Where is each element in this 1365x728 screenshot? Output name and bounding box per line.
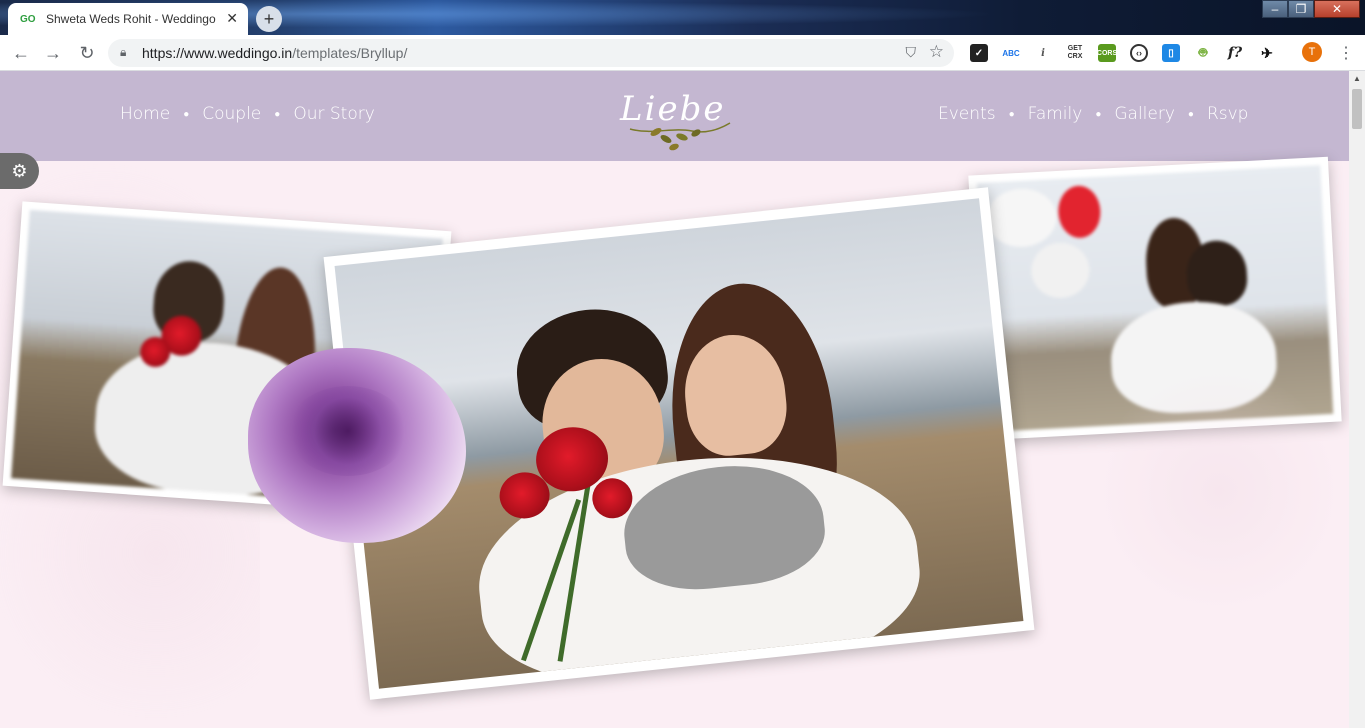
nav-family-link[interactable]: Family	[1028, 104, 1083, 124]
balloon-icon	[1057, 184, 1102, 239]
nav-separator-dot: ●	[1008, 108, 1015, 120]
cors-ext-icon[interactable]: CORS	[1097, 44, 1117, 62]
tab-title: Shweta Weds Rohit - Weddingo	[46, 12, 216, 26]
couple-photo-right	[976, 165, 1334, 432]
white-shirt	[1108, 297, 1279, 417]
window-close-button[interactable]: ✕	[1314, 0, 1360, 18]
man-head	[1185, 239, 1249, 308]
url-text[interactable]: https://www.weddingo.in/templates/Bryllu…	[142, 45, 407, 61]
gallery-photo-right	[968, 156, 1342, 441]
url-path: /templates/Bryllup/	[292, 45, 408, 61]
get-crx-ext-icon[interactable]: GET CRX	[1066, 44, 1084, 62]
bird-ext-icon[interactable]: ✈	[1258, 44, 1276, 62]
info-ext-icon[interactable]: i	[1034, 44, 1052, 62]
nav-right: Events ● Family ● Gallery ● Rsvp	[938, 104, 1248, 124]
url-host: https://www.weddingo.in	[142, 45, 293, 61]
page-viewport: Home ● Couple ● Our Story Liebe Events ●…	[0, 71, 1349, 728]
back-arrow-icon[interactable]: ←	[10, 42, 32, 64]
page-scrollbar[interactable]: ▲	[1349, 71, 1365, 728]
nav-separator-dot: ●	[1187, 108, 1194, 120]
scroll-up-arrow-icon[interactable]: ▲	[1353, 74, 1361, 83]
code-ext-icon[interactable]: ‹›	[1130, 44, 1148, 62]
scrollbar-thumb[interactable]	[1352, 89, 1362, 129]
nav-separator-dot: ●	[1095, 108, 1102, 120]
vine-leaves-icon	[629, 122, 731, 151]
balloon-icon	[985, 187, 1059, 249]
browser-menu-icon[interactable]: ⋮	[1338, 43, 1354, 63]
tab-close-icon[interactable]: ✕	[226, 10, 238, 27]
nav-home-link[interactable]: Home	[120, 104, 170, 124]
window-maximize-button[interactable]: ❐	[1288, 0, 1314, 18]
browser-toolbar: ← → ↻ 🔒︎ https://www.weddingo.in/templat…	[0, 35, 1365, 71]
nav-our-story-link[interactable]: Our Story	[293, 104, 374, 124]
window-minimize-button[interactable]: –	[1262, 0, 1288, 18]
browser-tab[interactable]: GO Shweta Weds Rohit - Weddingo ✕	[8, 3, 248, 35]
profile-avatar[interactable]: T	[1302, 42, 1322, 62]
site-header: Home ● Couple ● Our Story Liebe Events ●…	[0, 71, 1349, 161]
nav-couple-link[interactable]: Couple	[202, 104, 261, 124]
reload-icon[interactable]: ↻	[76, 42, 98, 64]
site-logo[interactable]: Liebe	[612, 77, 742, 157]
lock-icon: 🔒︎	[120, 45, 127, 59]
weddingo-favicon-icon: GO	[20, 13, 36, 25]
f-question-ext-icon[interactable]: f?	[1226, 44, 1244, 62]
abc-ext-icon[interactable]: ABC	[1002, 44, 1020, 62]
nav-separator-dot: ●	[183, 108, 190, 120]
bookmark-star-icon[interactable]: ☆	[929, 42, 944, 62]
nav-left: Home ● Couple ● Our Story	[120, 104, 375, 124]
settings-gear-button[interactable]: ⚙	[0, 153, 39, 189]
gear-icon: ⚙	[11, 160, 28, 181]
nav-events-link[interactable]: Events	[938, 104, 996, 124]
checkmark-ext-icon[interactable]: ✓	[970, 44, 988, 62]
forward-arrow-icon[interactable]: →	[42, 42, 64, 64]
shield-icon[interactable]: ⛉	[906, 44, 917, 61]
watercolor-rose-center	[288, 386, 408, 476]
balloon-icon	[1030, 241, 1091, 300]
android-ext-icon[interactable]: 🤖︎	[1194, 44, 1212, 62]
nav-separator-dot: ●	[274, 108, 281, 120]
tablet-ext-icon[interactable]: ▯	[1162, 44, 1180, 62]
nav-rsvp-link[interactable]: Rsvp	[1207, 104, 1249, 124]
address-bar[interactable]: 🔒︎ https://www.weddingo.in/templates/Bry…	[108, 39, 954, 67]
nav-gallery-link[interactable]: Gallery	[1114, 104, 1175, 124]
new-tab-button[interactable]: +	[256, 6, 282, 32]
